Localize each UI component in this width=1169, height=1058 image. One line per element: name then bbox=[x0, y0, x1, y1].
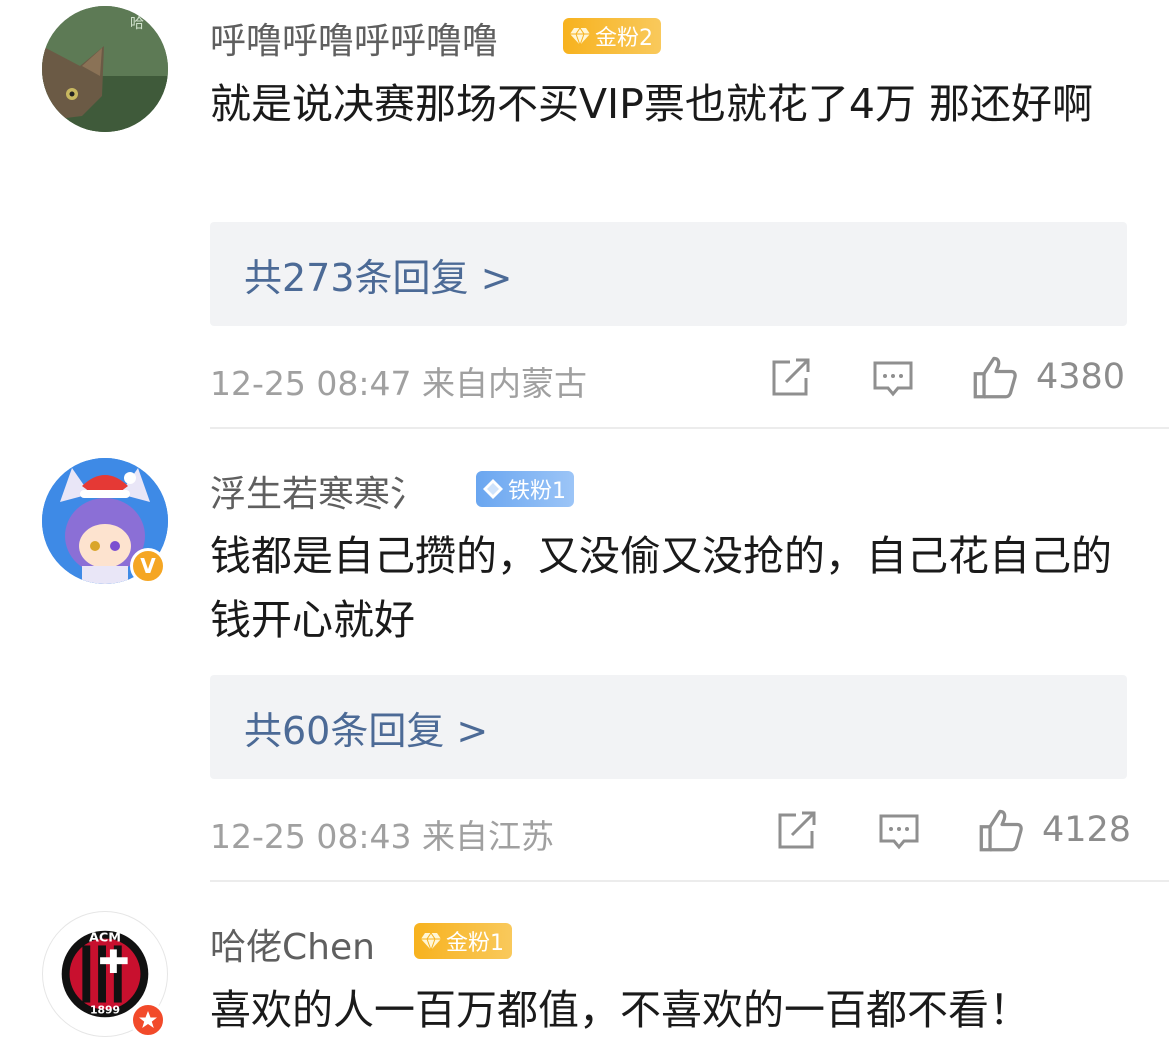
timestamp: 12-25 08:43 bbox=[210, 817, 412, 856]
badge-label: 金粉1 bbox=[446, 931, 504, 956]
fan-badge[interactable]: 金粉2 bbox=[563, 18, 661, 54]
like-icon[interactable] bbox=[978, 807, 1024, 853]
username[interactable]: 哈佬Chen bbox=[210, 918, 375, 970]
badge-label: 金粉2 bbox=[595, 26, 653, 51]
comment-meta: 12-25 08:43 来自江苏 bbox=[210, 810, 554, 858]
location: 来自江苏 bbox=[421, 817, 554, 856]
gem-icon bbox=[421, 932, 441, 952]
badge-label: 铁粉1 bbox=[508, 479, 566, 504]
divider bbox=[210, 880, 1169, 882]
svg-text:哈: 哈 bbox=[130, 16, 144, 32]
share-icon[interactable] bbox=[770, 356, 812, 398]
username[interactable]: 呼噜呼噜呼呼噜噜 bbox=[210, 12, 498, 64]
gem-icon bbox=[483, 479, 503, 499]
share-icon[interactable] bbox=[776, 809, 818, 851]
star-icon bbox=[139, 1011, 157, 1028]
fan-badge[interactable]: 铁粉1 bbox=[476, 471, 574, 507]
comment-text: 喜欢的人一百万都值，不喜欢的一百都不看！ bbox=[210, 986, 1030, 1034]
comment-icon[interactable] bbox=[878, 811, 920, 853]
avatar-cat[interactable]: 哈 bbox=[42, 6, 168, 132]
cat-avatar-image: 哈 bbox=[42, 6, 168, 132]
like-count: 4128 bbox=[1042, 810, 1132, 850]
like-count: 4380 bbox=[1036, 357, 1126, 397]
logo-year: 1899 bbox=[90, 1003, 120, 1016]
timestamp: 12-25 08:47 bbox=[210, 364, 412, 403]
comment-icon[interactable] bbox=[872, 358, 914, 400]
verified-icon bbox=[130, 1002, 166, 1038]
divider bbox=[210, 427, 1169, 429]
gem-icon bbox=[570, 27, 590, 47]
replies-link[interactable]: 共60条回复 > bbox=[210, 675, 1127, 779]
verified-icon: V bbox=[130, 548, 166, 584]
logo-text: ACM bbox=[89, 931, 121, 946]
comment-text: 就是说决赛那场不买VIP票也就花了4万 那还好啊 bbox=[210, 80, 1093, 128]
comment-meta: 12-25 08:47 来自内蒙古 bbox=[210, 357, 587, 405]
username[interactable]: 浮生若寒寒氵 bbox=[210, 465, 426, 517]
like-icon[interactable] bbox=[972, 354, 1018, 400]
replies-link[interactable]: 共273条回复 > bbox=[210, 222, 1127, 326]
location: 来自内蒙古 bbox=[421, 364, 587, 403]
comment-text: 钱都是自己攒的，又没偷又没抢的，自己花自己的钱开心就好 bbox=[210, 532, 1112, 644]
fan-badge[interactable]: 金粉1 bbox=[414, 923, 512, 959]
